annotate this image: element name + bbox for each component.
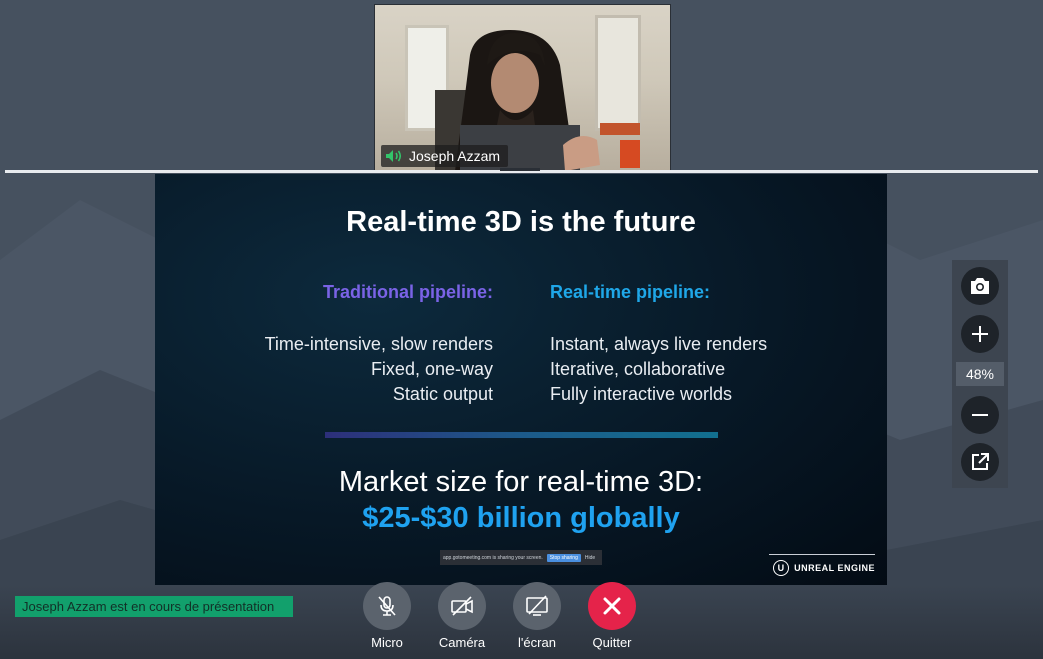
mic-label: Micro bbox=[371, 635, 403, 650]
plus-icon bbox=[972, 326, 988, 342]
list-item: Static output bbox=[392, 384, 493, 404]
zoom-in-button[interactable] bbox=[961, 315, 999, 353]
market-value: $25-$30 billion globally bbox=[362, 502, 680, 534]
mic-off-icon bbox=[378, 596, 396, 616]
participant-name-tag: Joseph Azzam bbox=[381, 145, 509, 167]
presenter-status: Joseph Azzam est en cours de présentatio… bbox=[15, 596, 293, 617]
brand-text: UNREAL ENGINE bbox=[794, 563, 875, 573]
screen-button[interactable] bbox=[513, 582, 561, 630]
market-label: Market size for real-time 3D: bbox=[338, 466, 704, 498]
camera-toggle[interactable]: Caméra bbox=[427, 582, 497, 650]
zoom-out-button[interactable] bbox=[961, 396, 999, 434]
unreal-engine-logo: U UNREAL ENGINE bbox=[773, 556, 875, 580]
leave-label: Quitter bbox=[592, 635, 632, 650]
camera-label: Caméra bbox=[438, 635, 486, 650]
participant-video[interactable]: Joseph Azzam bbox=[374, 4, 671, 172]
share-notice-text: app.gotomeeting.com is sharing your scre… bbox=[443, 554, 543, 561]
list-item: Fixed, one-way bbox=[370, 359, 493, 379]
hide-button[interactable]: Hide bbox=[585, 555, 595, 561]
leave-button[interactable] bbox=[588, 582, 636, 630]
unreal-logo-icon: U bbox=[773, 560, 790, 576]
shared-screen: Real-time 3D is the future Traditional p… bbox=[155, 174, 887, 585]
screen-toggle[interactable]: l'écran bbox=[502, 582, 572, 650]
mic-button[interactable] bbox=[363, 582, 411, 630]
camera-off-icon bbox=[451, 596, 473, 616]
leave-control[interactable]: Quitter bbox=[577, 582, 647, 650]
divider-handle[interactable] bbox=[500, 168, 540, 171]
screen-label: l'écran bbox=[518, 635, 556, 650]
realtime-heading: Real-time pipeline: bbox=[550, 282, 711, 302]
camera-icon bbox=[971, 278, 989, 294]
brand-rule bbox=[769, 554, 875, 555]
screen-share-off-icon bbox=[526, 595, 548, 616]
traditional-heading: Traditional pipeline: bbox=[322, 282, 493, 302]
traditional-list: Time-intensive, slow renders Fixed, one-… bbox=[265, 332, 493, 407]
realtime-list: Instant, always live renders Iterative, … bbox=[550, 332, 767, 407]
zoom-panel: 48% bbox=[952, 260, 1008, 488]
camera-button[interactable] bbox=[438, 582, 486, 630]
screenshot-button[interactable] bbox=[961, 267, 999, 305]
divider-bar bbox=[325, 432, 718, 438]
list-item: Instant, always live renders bbox=[550, 334, 768, 354]
zoom-level: 48% bbox=[956, 362, 1004, 386]
mic-toggle[interactable]: Micro bbox=[352, 582, 422, 650]
popout-button[interactable] bbox=[961, 443, 999, 481]
list-item: Iterative, collaborative bbox=[550, 359, 726, 379]
screen-share-notice: app.gotomeeting.com is sharing your scre… bbox=[440, 550, 602, 565]
speaker-active-icon bbox=[386, 150, 402, 162]
list-item: Time-intensive, slow renders bbox=[264, 334, 493, 354]
stop-sharing-button[interactable]: Stop sharing bbox=[546, 553, 581, 562]
slide-title: Real-time 3D is the future bbox=[346, 206, 696, 238]
popout-icon bbox=[972, 453, 989, 470]
close-icon bbox=[603, 597, 621, 615]
minus-icon bbox=[972, 414, 988, 416]
list-item: Fully interactive worlds bbox=[550, 384, 733, 404]
participant-name: Joseph Azzam bbox=[409, 148, 501, 164]
